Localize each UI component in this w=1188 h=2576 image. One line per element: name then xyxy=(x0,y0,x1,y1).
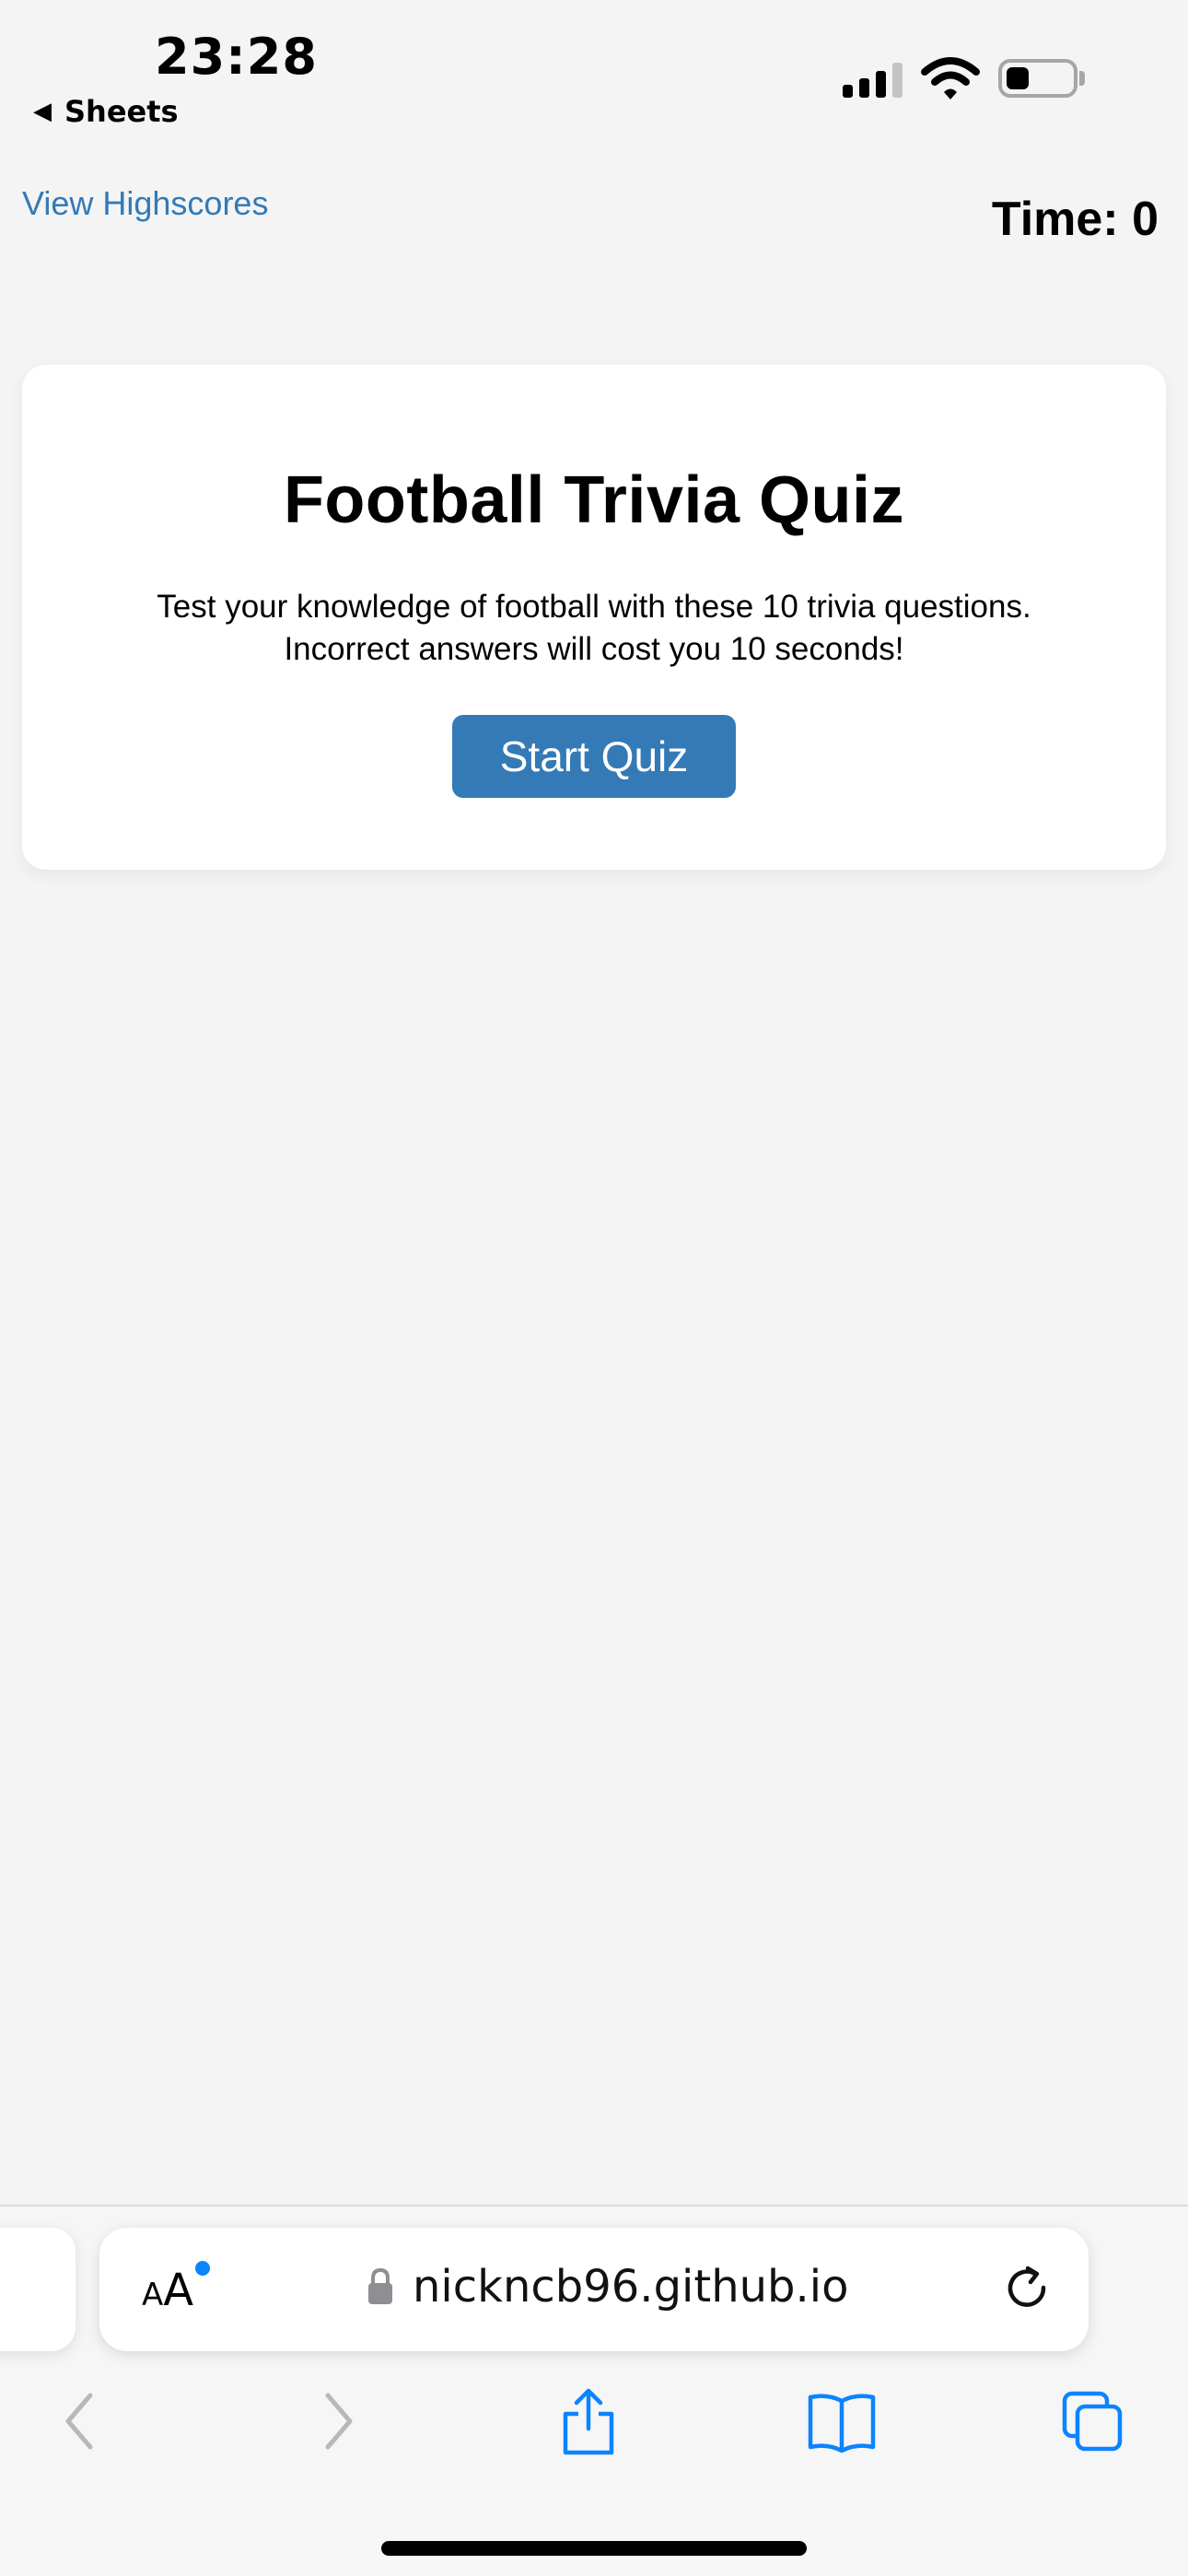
lock-icon xyxy=(368,2267,392,2304)
url-text: nickncb96.github.io xyxy=(413,2261,849,2313)
back-to-app-button[interactable]: ◀ Sheets xyxy=(33,94,179,129)
address-bar[interactable]: AA nickncb96.github.io xyxy=(99,2228,1089,2351)
wifi-icon xyxy=(921,57,980,100)
quiz-description: Test your knowledge of football with the… xyxy=(157,589,1031,667)
text-size-button[interactable]: AA xyxy=(142,2265,193,2316)
back-triangle-icon: ◀ xyxy=(33,98,52,125)
reload-icon[interactable] xyxy=(1000,2263,1054,2316)
start-quiz-button[interactable]: Start Quiz xyxy=(452,715,736,798)
view-highscores-link[interactable]: View Highscores xyxy=(22,184,268,223)
status-time: 23:28 xyxy=(155,28,318,86)
quiz-intro-card: Football Trivia Quiz Test your knowledge… xyxy=(22,365,1166,870)
cellular-signal-icon xyxy=(843,61,903,98)
tabs-icon[interactable] xyxy=(1061,2386,1125,2456)
previous-tab-card[interactable] xyxy=(0,2228,76,2351)
back-icon[interactable] xyxy=(48,2386,112,2456)
text-size-label: AA xyxy=(142,2265,194,2316)
notification-dot xyxy=(195,2261,210,2276)
home-indicator xyxy=(381,2541,807,2556)
forward-icon[interactable] xyxy=(306,2386,370,2456)
status-bar: 23:28 ◀ Sheets xyxy=(0,0,1188,147)
quiz-timer: Time: 0 xyxy=(991,193,1159,246)
bookmarks-icon[interactable] xyxy=(807,2386,877,2456)
battery-nub xyxy=(1079,71,1085,86)
battery-icon xyxy=(998,59,1077,98)
share-icon[interactable] xyxy=(556,2386,621,2456)
back-app-label: Sheets xyxy=(64,94,179,129)
quiz-title: Football Trivia Quiz xyxy=(283,463,905,537)
url-display[interactable]: nickncb96.github.io xyxy=(367,2261,848,2313)
